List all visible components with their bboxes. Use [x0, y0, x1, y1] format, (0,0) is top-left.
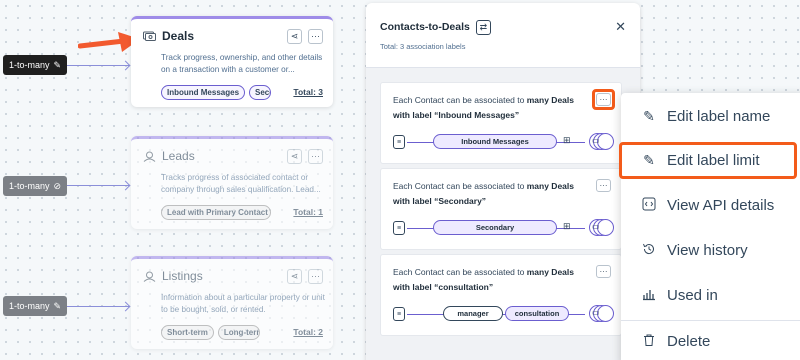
label-tag[interactable]: Short-term: [161, 324, 214, 340]
contact-record-icon: ≡: [393, 307, 405, 321]
history-icon: [641, 242, 657, 259]
menu-item-label: Used in: [667, 286, 718, 304]
association-flow: ≡ manager consultation ▭: [393, 305, 621, 323]
object-card-listings[interactable]: Listings ⋖ ··· Information about a parti…: [131, 256, 333, 349]
more-options-button[interactable]: ···: [308, 268, 323, 284]
grid-icon: ⊞: [563, 135, 571, 145]
label-tag[interactable]: Inbound Messages: [161, 84, 246, 100]
pencil-icon: ✎: [53, 300, 62, 311]
panel-title: Contacts-to-Deals: [380, 21, 470, 33]
swap-direction-icon[interactable]: ⇄: [475, 19, 491, 35]
deal-record-icon: ▭: [592, 222, 600, 231]
association-description: Each Contact can be associated to many D…: [393, 95, 574, 120]
object-card-leads[interactable]: Leads ⋖ ··· Tracks progress of associate…: [131, 136, 333, 229]
total-link[interactable]: Total: 2: [293, 327, 323, 337]
cardinality-label: 1-to-many: [8, 301, 50, 311]
card-title: Listings: [162, 269, 203, 283]
association-flow: ≡ Inbound Messages ⊞ ▭: [393, 133, 621, 151]
menu-item-used-in[interactable]: Used in: [621, 275, 800, 315]
leads-icon: [143, 151, 156, 162]
contact-record-icon: ≡: [393, 221, 405, 235]
cardinality-badge[interactable]: 1-to-many ✎: [3, 296, 67, 316]
code-icon: [641, 197, 657, 214]
object-card-deals[interactable]: Deals ⋖ ··· Track progress, ownership, a…: [131, 16, 333, 107]
options-dropdown: ✎ Edit label name ✎ Edit label limit Vie…: [621, 93, 800, 360]
usage-chart-icon: [641, 287, 657, 304]
menu-item-label: Delete: [667, 332, 711, 350]
menu-item-delete[interactable]: Delete: [621, 321, 800, 360]
label-tag[interactable]: Seco: [249, 84, 272, 100]
association-panel: Contacts-to-Deals ⇄ ✕ Total: 3 associati…: [366, 3, 640, 360]
arrowhead: [120, 180, 131, 191]
listings-icon: [143, 271, 156, 282]
highlight-box: [592, 89, 615, 110]
highlight-box: [619, 142, 797, 179]
association-description: Each Contact can be associated to many D…: [393, 181, 574, 206]
label-pill: consultation: [505, 306, 569, 321]
card-title: Leads: [162, 149, 195, 163]
label-pill: manager: [443, 306, 503, 321]
close-icon[interactable]: ✕: [615, 19, 626, 35]
menu-item-label: View API details: [667, 196, 775, 214]
card-description: Tracks progress of associated contact or…: [161, 173, 321, 194]
menu-item-edit-label-name[interactable]: ✎ Edit label name: [621, 96, 800, 136]
label-pill: Inbound Messages: [433, 134, 557, 149]
menu-item-view-api-details[interactable]: View API details: [621, 185, 800, 225]
menu-item-label: Edit label name: [667, 107, 771, 125]
card-description: Information about a particular property …: [161, 293, 325, 314]
menu-item-label: View history: [667, 241, 748, 259]
total-link[interactable]: Total: 3: [293, 87, 323, 97]
label-pill: Secondary: [433, 220, 557, 235]
cardinality-label: 1-to-many: [8, 181, 50, 191]
more-options-button[interactable]: ···: [308, 28, 323, 44]
association-list: Each Contact can be associated to many D…: [366, 67, 640, 360]
share-icon[interactable]: ⋖: [287, 148, 302, 164]
share-icon[interactable]: ⋖: [287, 28, 302, 44]
menu-item-view-history[interactable]: View history: [621, 230, 800, 270]
deal-record-icon: ▭: [592, 308, 600, 317]
no-edit-icon: ⊘: [53, 180, 62, 191]
more-options-button[interactable]: ···: [308, 148, 323, 164]
card-description: Track progress, ownership, and other det…: [161, 53, 323, 74]
association-item: Each Contact can be associated to many D…: [380, 168, 622, 250]
pencil-icon: ✎: [53, 59, 62, 70]
label-tag[interactable]: Lead with Primary Contact: [161, 204, 271, 220]
panel-subtitle: Total: 3 association labels: [380, 42, 466, 51]
association-flow: ≡ Secondary ⊞ ▭: [393, 219, 621, 237]
card-title: Deals: [162, 29, 195, 43]
cardinality-label: 1-to-many: [8, 60, 50, 70]
cardinality-badge[interactable]: 1-to-many ✎: [3, 55, 67, 75]
association-item: Each Contact can be associated to many D…: [380, 254, 622, 336]
arrowhead: [120, 301, 131, 312]
deal-record-icon: ▭: [592, 136, 600, 145]
pencil-icon: ✎: [643, 107, 655, 124]
more-options-button[interactable]: ···: [596, 179, 611, 192]
deals-icon: [143, 31, 156, 42]
association-item: Each Contact can be associated to many D…: [380, 82, 622, 164]
label-tag[interactable]: Long-term: [217, 324, 260, 340]
total-link[interactable]: Total: 1: [293, 207, 323, 217]
cardinality-badge[interactable]: 1-to-many ⊘: [3, 176, 67, 196]
grid-icon: ⊞: [563, 221, 571, 231]
more-options-button[interactable]: ···: [596, 265, 611, 278]
trash-icon: [641, 333, 657, 350]
share-icon[interactable]: ⋖: [287, 268, 302, 284]
contact-record-icon: ≡: [393, 135, 405, 149]
association-description: Each Contact can be associated to many D…: [393, 267, 574, 292]
arrowhead: [120, 60, 131, 71]
